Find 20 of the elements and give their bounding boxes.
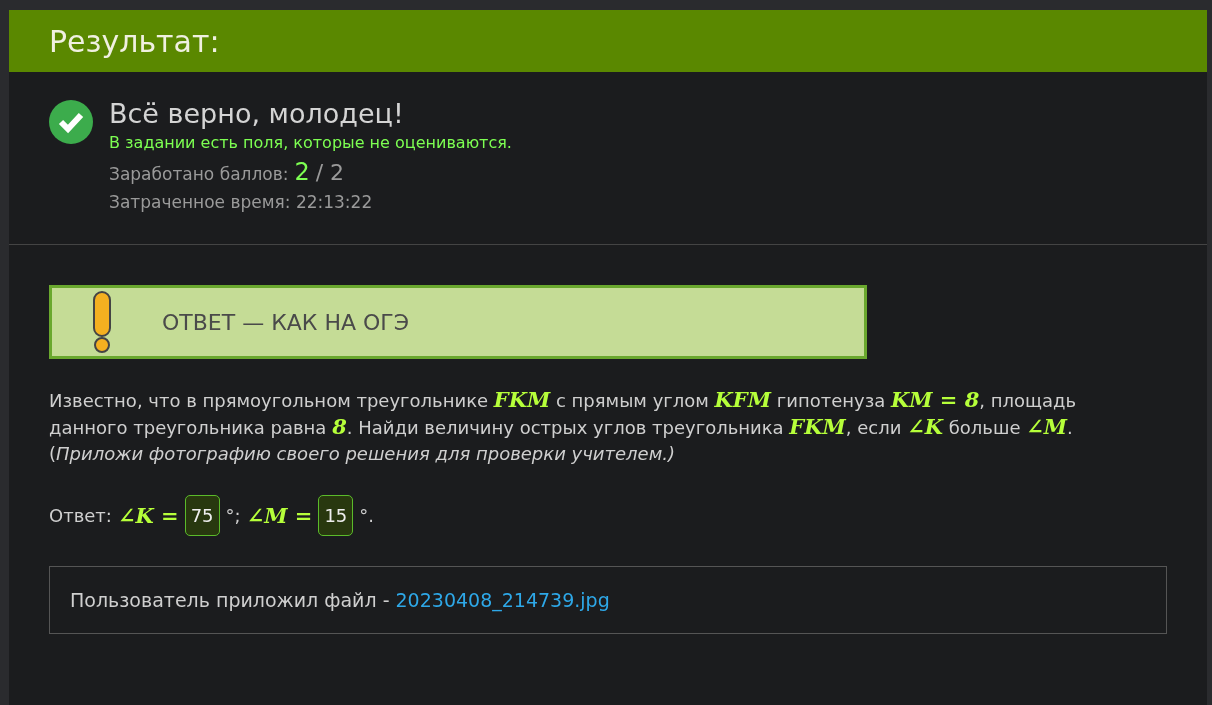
task-hint: (Приложи фотографию своего решения для проверки учителем.) [49, 442, 677, 466]
result-title: Результат: [49, 23, 220, 59]
banner-text: ОТВЕТ — КАК НА ОГЭ [162, 309, 410, 335]
formula: ∠M = [246, 503, 313, 528]
score-value: 2 [294, 158, 310, 186]
degree-sign: °; [225, 505, 241, 526]
score-max: / 2 [315, 160, 345, 185]
answer-label: Ответ: [49, 505, 112, 526]
task-text: Известно, что в прямоугольном треугольнике FKM с прямым углом KFM гипотенуза KM = 8, площадь данного треугольника равна 8. Найди величину острых углов треугольника FKM, если ∠K больше ∠M. [49, 387, 1078, 441]
result-note: В задании есть поля, которые не оцениваются. [109, 133, 512, 152]
degree-sign: °. [359, 505, 375, 526]
formula: ∠K = [117, 503, 179, 528]
attachment-text: Пользователь приложил файл - [70, 589, 391, 611]
time-spent: Затраченное время: 22:13:22 [109, 192, 373, 212]
exclamation-icon [92, 291, 112, 353]
file-link[interactable]: 20230408_214739.jpg [395, 589, 610, 611]
result-headline: Всё верно, молодец! [109, 98, 405, 129]
score-label: Заработано баллов: [109, 164, 289, 184]
answer-field[interactable]: 15 [318, 495, 354, 536]
answer-field[interactable]: 75 [184, 495, 220, 536]
